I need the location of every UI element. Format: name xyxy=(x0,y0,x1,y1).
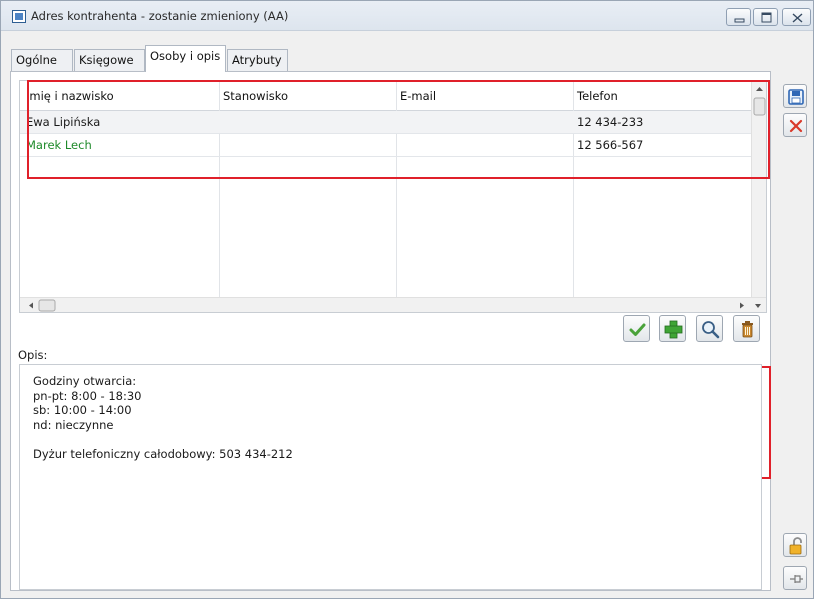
vertical-scrollbar[interactable] xyxy=(751,81,766,299)
table-row[interactable]: Marek Lech 12 566-567 xyxy=(20,134,753,157)
window-title: Adres kontrahenta - zostanie zmieniony (… xyxy=(31,9,289,23)
column-header-email[interactable]: E-mail xyxy=(400,89,436,103)
minimize-button[interactable] xyxy=(726,8,751,26)
tab-osoby-i-opis[interactable]: Osoby i opis xyxy=(145,45,226,72)
pin-icon xyxy=(790,575,803,583)
check-icon xyxy=(629,323,646,336)
dialog-window: Adres kontrahenta - zostanie zmieniony (… xyxy=(0,0,814,599)
plus-icon xyxy=(664,320,683,339)
floppy-save-icon xyxy=(788,89,804,105)
opis-text: Godziny otwarcia: pn-pt: 8:00 - 18:30 sb… xyxy=(33,374,293,461)
column-header-phone[interactable]: Telefon xyxy=(577,89,618,103)
magnifier-icon xyxy=(702,321,720,339)
search-button[interactable] xyxy=(696,315,723,342)
confirm-button[interactable] xyxy=(623,315,650,342)
close-x-icon xyxy=(789,119,803,133)
horizontal-scrollbar[interactable] xyxy=(20,297,766,312)
contacts-grid[interactable]: Imię i nazwisko Stanowisko E-mail Telefo… xyxy=(19,80,767,313)
close-window-button[interactable] xyxy=(782,8,811,26)
pin-button[interactable] xyxy=(783,566,807,590)
maximize-icon xyxy=(761,12,772,23)
tab-atrybuty[interactable]: Atrybuty xyxy=(227,49,288,71)
cell-phone: 12 566-567 xyxy=(577,138,644,152)
column-header-position[interactable]: Stanowisko xyxy=(223,89,288,103)
scroll-up-icon xyxy=(753,87,766,116)
delete-button[interactable] xyxy=(733,315,760,342)
cell-name: Marek Lech xyxy=(26,138,92,152)
cell-name: Ewa Lipińska xyxy=(26,115,101,129)
close-icon xyxy=(792,13,803,23)
save-button[interactable] xyxy=(783,84,807,108)
table-row[interactable]: Ewa Lipińska 12 434-233 xyxy=(20,111,753,134)
add-button[interactable] xyxy=(659,315,686,342)
lock-button[interactable] xyxy=(783,533,807,557)
padlock-icon xyxy=(789,537,802,555)
hscroll-arrows-icon xyxy=(29,299,761,312)
app-icon xyxy=(12,10,26,23)
cell-phone: 12 434-233 xyxy=(577,115,644,129)
title-bar: Adres kontrahenta - zostanie zmieniony (… xyxy=(1,1,813,31)
tab-ogolne[interactable]: Ogólne xyxy=(11,49,73,71)
tab-ksiegowe[interactable]: Księgowe xyxy=(74,49,145,71)
opis-label: Opis: xyxy=(18,348,48,362)
cancel-button[interactable] xyxy=(783,113,807,137)
minimize-icon xyxy=(734,18,745,23)
maximize-button[interactable] xyxy=(753,8,778,26)
trash-icon xyxy=(742,321,753,338)
column-header-name[interactable]: Imię i nazwisko xyxy=(26,89,114,103)
grid-header: Imię i nazwisko Stanowisko E-mail Telefo… xyxy=(20,81,753,111)
